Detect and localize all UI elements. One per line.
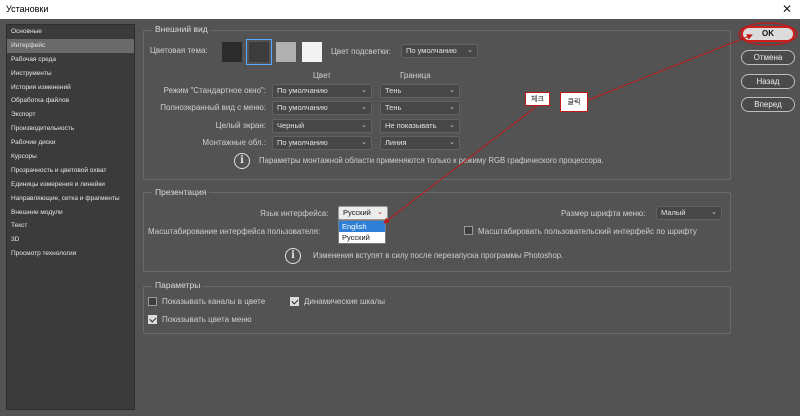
forward-button[interactable]: Вперед (741, 97, 795, 112)
menu-font-size-value: Малый (661, 208, 686, 217)
chevron-down-icon: ⌄ (449, 122, 455, 129)
info-icon: i (285, 248, 301, 264)
appearance-border-select[interactable]: Линия ⌄ (380, 136, 460, 150)
highlight-color-label: Цвет подсветки: (331, 47, 391, 56)
title-bar: Установки ✕ (0, 0, 800, 19)
sidebar-item[interactable]: Текст (7, 219, 134, 233)
ui-language-value: Русский (343, 208, 371, 217)
sidebar-item[interactable]: Обработка файлов (7, 94, 134, 108)
dynamic-sliders-checkbox[interactable] (290, 297, 299, 306)
appearance-border-value: Не показывать (385, 121, 437, 130)
menu-font-size-label: Размер шрифта меню: (561, 209, 646, 218)
theme-swatch[interactable] (246, 39, 272, 65)
appearance-border-select[interactable]: Тень ⌄ (380, 84, 460, 98)
chevron-down-icon: ⌄ (711, 209, 717, 216)
chevron-down-icon: ⌄ (449, 104, 455, 111)
close-icon[interactable]: ✕ (782, 2, 792, 16)
sidebar-item[interactable]: Экспорт (7, 108, 134, 122)
scale-by-font-checkbox[interactable] (464, 226, 473, 235)
sidebar-item[interactable]: Рабочая среда (7, 53, 134, 67)
sidebar-item[interactable]: Рабочие диски (7, 136, 134, 150)
appearance-border-select[interactable]: Тень ⌄ (380, 101, 460, 115)
info-icon: i (234, 153, 250, 169)
ui-scale-label: Масштабирование интерфейса пользователя: (148, 227, 321, 236)
ui-language-select[interactable]: Русский ⌄ (338, 206, 388, 220)
chevron-down-icon: ⌄ (361, 139, 367, 146)
highlight-color-value: По умолчанию (406, 46, 457, 55)
appearance-row-label: Полноэкранный вид с меню: (160, 103, 266, 112)
theme-swatch[interactable] (222, 42, 242, 62)
appearance-color-value: По умолчанию (277, 103, 328, 112)
chevron-down-icon: ⌄ (449, 139, 455, 146)
sidebar-item[interactable]: Курсоры (7, 150, 134, 164)
annotation-click: 클릭 (560, 92, 588, 112)
appearance-row-label: Целый экран: (215, 121, 266, 130)
sidebar-item[interactable]: Направляющие, сетка и фрагменты (7, 192, 134, 206)
cancel-button[interactable]: Отмена (741, 50, 795, 65)
chevron-down-icon: ⌄ (361, 104, 367, 111)
appearance-row-label: Режим "Стандартное окно": (163, 86, 266, 95)
appearance-color-select[interactable]: По умолчанию ⌄ (272, 84, 372, 98)
sidebar-item[interactable]: Единицы измерения и линейки (7, 178, 134, 192)
appearance-legend: Внешний вид (152, 24, 211, 34)
chevron-down-icon: ⌄ (377, 209, 383, 216)
language-option[interactable]: Русский (339, 232, 385, 243)
back-button[interactable]: Назад (741, 74, 795, 89)
language-option[interactable]: English (339, 221, 385, 232)
annotation-check: 체크 (525, 92, 550, 106)
sidebar-item[interactable]: Просмотр технологии (7, 247, 134, 261)
appearance-border-value: Линия (385, 138, 407, 147)
appearance-border-select[interactable]: Не показывать ⌄ (380, 119, 460, 133)
appearance-color-value: По умолчанию (277, 86, 328, 95)
column-color-label: Цвет (313, 71, 331, 80)
appearance-color-value: По умолчанию (277, 138, 328, 147)
column-border-label: Граница (400, 71, 431, 80)
chevron-down-icon: ⌄ (467, 47, 473, 54)
appearance-info-text: Параметры монтажной области применяются … (259, 156, 604, 165)
theme-swatch[interactable] (276, 42, 296, 62)
sidebar-item[interactable]: Производительность (7, 122, 134, 136)
sidebar-item[interactable]: Основные (7, 25, 134, 39)
sidebar-item[interactable]: Внешние модули (7, 206, 134, 220)
sidebar: Основные Интерфейс Рабочая среда Инструмент… (6, 24, 135, 410)
appearance-row-label: Монтажные обл.: (202, 138, 266, 147)
dynamic-sliders-label: Динамические шкалы (304, 297, 385, 306)
appearance-color-value: Черный (277, 121, 305, 130)
ui-language-dropdown: English Русский (338, 220, 386, 244)
chevron-down-icon: ⌄ (449, 87, 455, 94)
ui-language-label: Язык интерфейса: (260, 209, 329, 218)
show-menu-colors-checkbox[interactable] (148, 315, 157, 324)
chevron-down-icon: ⌄ (361, 87, 367, 94)
show-channels-label: Показывать каналы в цвете (162, 297, 266, 306)
sidebar-item[interactable]: История изменений (7, 81, 134, 95)
highlight-color-select[interactable]: По умолчанию ⌄ (401, 44, 478, 58)
show-channels-checkbox[interactable] (148, 297, 157, 306)
show-menu-colors-label: Показывать цвета меню (162, 315, 252, 324)
appearance-border-value: Тень (385, 103, 402, 112)
options-group (143, 286, 731, 334)
color-theme-label: Цветовая тема: (150, 46, 208, 55)
appearance-color-select[interactable]: По умолчанию ⌄ (272, 136, 372, 150)
appearance-color-select[interactable]: По умолчанию ⌄ (272, 101, 372, 115)
sidebar-item[interactable]: Инструменты (7, 67, 134, 81)
presentation-legend: Презентация (152, 187, 210, 197)
appearance-color-select[interactable]: Черный ⌄ (272, 119, 372, 133)
window-title: Установки (6, 4, 49, 14)
menu-font-size-select[interactable]: Малый ⌄ (656, 206, 722, 220)
appearance-border-value: Тень (385, 86, 402, 95)
theme-swatch[interactable] (302, 42, 322, 62)
options-legend: Параметры (152, 280, 204, 290)
presentation-info-text: Изменения вступят в силу после перезапус… (313, 251, 564, 260)
scale-by-font-label: Масштабировать пользовательский интерфей… (478, 227, 697, 236)
sidebar-item[interactable]: Интерфейс (7, 38, 134, 53)
ok-button[interactable]: OK (741, 26, 795, 42)
sidebar-item[interactable]: 3D (7, 233, 134, 247)
sidebar-item[interactable]: Прозрачность и цветовой охват (7, 164, 134, 178)
chevron-down-icon: ⌄ (361, 122, 367, 129)
